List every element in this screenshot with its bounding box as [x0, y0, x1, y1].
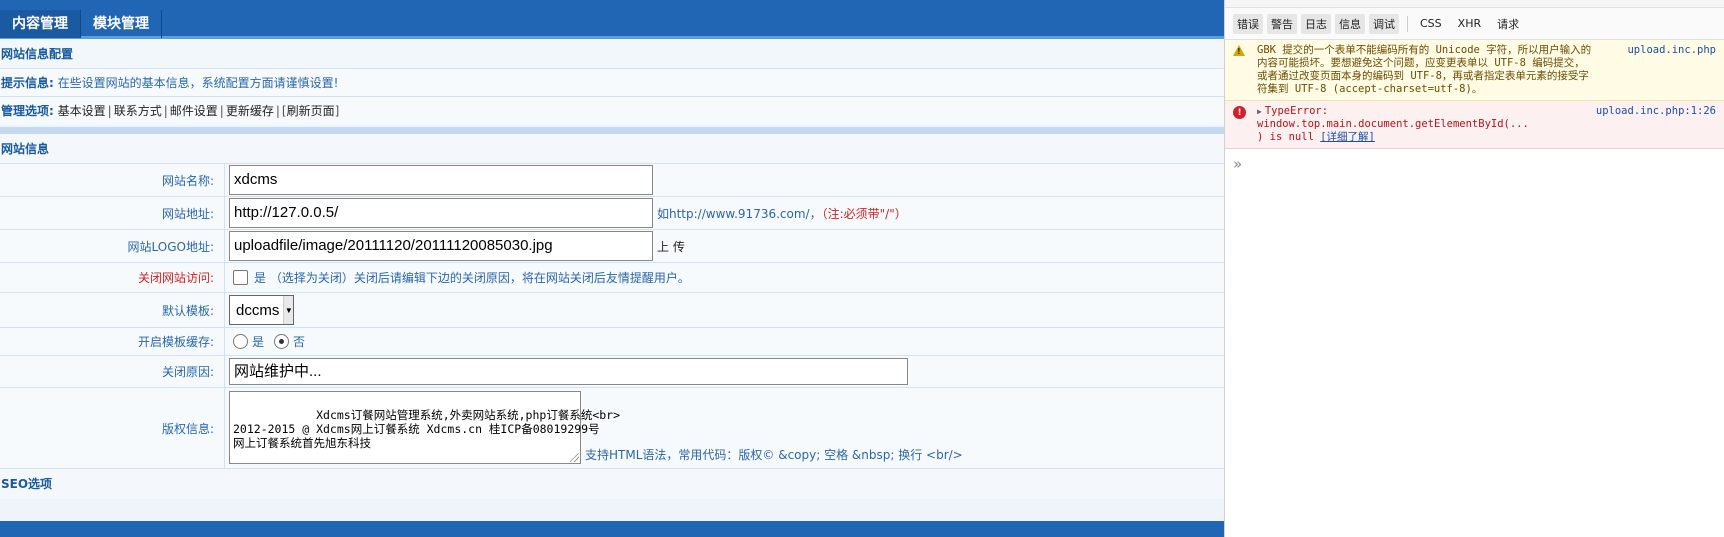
filter-errors-button[interactable]: 错误	[1233, 13, 1263, 34]
row-close-reason: 关闭原因: 网站维护中...	[0, 356, 1224, 388]
template-label: 默认模板:	[0, 293, 225, 327]
seo-title: SEO选项	[0, 469, 1224, 499]
config-box: 网站信息配置 提示信息: 在些设置网站的基本信息，系统配置方面请谨慎设置! 管理…	[0, 39, 1224, 125]
devtools-header-strip	[1225, 0, 1724, 8]
copyright-text: Xdcms订餐网站管理系统,外卖网站系统,php订餐系统<br> 2012-20…	[233, 408, 621, 450]
filter-divider	[1407, 15, 1408, 32]
console-warning-message: ! GBK 提交的一个表单不能编码所有的 Unicode 字符，所以用户输入的 …	[1225, 40, 1724, 101]
link-contact[interactable]: 联系方式	[114, 104, 162, 118]
site-url-hint: 如http://www.91736.com/，（注:必须带"/"）	[657, 206, 907, 221]
filter-logs-button[interactable]: 日志	[1301, 13, 1331, 34]
row-site-url: 网站地址: http://127.0.0.5/ 如http://www.9173…	[0, 197, 1224, 230]
filter-css-button[interactable]: CSS	[1416, 15, 1446, 32]
admin-page: 内容管理 模块管理 网站信息配置 提示信息: 在些设置网站的基本信息，系统配置方…	[0, 0, 1224, 537]
link-mail-settings[interactable]: 邮件设置	[170, 104, 218, 118]
dropdown-arrow-icon: ▼	[283, 296, 294, 324]
link-basic-settings[interactable]: 基本设置	[58, 104, 106, 118]
site-logo-label: 网站LOGO地址:	[0, 230, 225, 262]
devtools-console: 错误 警告 日志 信息 调试 CSS XHR 请求 ! GBK 提交的一个表单不…	[1224, 0, 1724, 537]
site-info-form: 网站信息 网站名称: xdcms 网站地址: http://127.0.0.5/…	[0, 134, 1224, 499]
error-text: ▶ TypeError: window.top.main.document.get…	[1257, 105, 1529, 143]
cache-yes-label: 是	[252, 335, 265, 349]
console-input-prompt[interactable]: »	[1225, 149, 1724, 179]
resize-grip-icon[interactable]	[570, 453, 579, 462]
site-name-label: 网站名称:	[0, 164, 225, 196]
filter-requests-button[interactable]: 请求	[1493, 14, 1523, 34]
row-copyright: 版权信息: Xdcms订餐网站管理系统,外卖网站系统,php订餐系统<br> 2…	[0, 388, 1224, 469]
row-site-name: 网站名称: xdcms	[0, 164, 1224, 197]
site-name-input[interactable]: xdcms	[229, 165, 653, 195]
filter-xhr-button[interactable]: XHR	[1454, 15, 1485, 32]
upload-button[interactable]: 上 传	[657, 238, 685, 255]
expand-triangle-icon[interactable]: ▶	[1257, 105, 1262, 118]
cache-yes-radio[interactable]	[233, 334, 248, 349]
console-error-message: ! ▶ TypeError: window.top.main.document.g…	[1225, 101, 1724, 149]
close-reason-input[interactable]: 网站维护中...	[229, 358, 908, 385]
site-url-label: 网站地址:	[0, 197, 225, 229]
bottom-bar	[0, 521, 1224, 537]
error-source-link[interactable]: upload.inc.php:1:26	[1596, 105, 1716, 117]
row-template-cache: 开启模板缓存: 是 否	[0, 328, 1224, 356]
site-logo-input[interactable]: uploadfile/image/20111120/20111120085030…	[229, 231, 653, 261]
config-title: 网站信息配置	[0, 39, 1224, 69]
copyright-label: 版权信息:	[0, 388, 225, 468]
copyright-hint: 支持HTML语法，常用代码：版权© &copy; 空格 &nbsp; 换行 <b…	[585, 448, 963, 462]
error-icon: !	[1233, 106, 1246, 119]
site-info-title: 网站信息	[0, 134, 1224, 164]
learn-more-link[interactable]: [详细了解]	[1320, 131, 1375, 143]
close-site-hint: 是 （选择为关闭）关闭后请编辑下边的关闭原因，将在网站关闭后友情提醒用户。	[254, 271, 690, 285]
warning-source-link[interactable]: upload.inc.php	[1627, 44, 1716, 56]
link-update-cache[interactable]: 更新缓存	[226, 104, 274, 118]
filter-debug-button[interactable]: 调试	[1369, 13, 1399, 34]
close-reason-label: 关闭原因:	[0, 356, 225, 387]
link-refresh-page[interactable]: 刷新页面	[287, 104, 335, 118]
cache-label: 开启模板缓存:	[0, 328, 225, 355]
filter-info-button[interactable]: 信息	[1335, 13, 1365, 34]
hint-label: 提示信息:	[1, 76, 54, 90]
console-filter-bar: 错误 警告 日志 信息 调试 CSS XHR 请求	[1225, 8, 1724, 40]
copyright-textarea[interactable]: Xdcms订餐网站管理系统,外卖网站系统,php订餐系统<br> 2012-20…	[229, 391, 620, 464]
tab-content-management[interactable]: 内容管理	[0, 10, 81, 38]
tab-module-management[interactable]: 模块管理	[81, 10, 162, 38]
cache-no-label: 否	[293, 335, 306, 349]
warning-text: GBK 提交的一个表单不能编码所有的 Unicode 字符，所以用户输入的 内容…	[1257, 44, 1592, 95]
top-bar: 内容管理 模块管理	[0, 0, 1224, 39]
site-url-input[interactable]: http://127.0.0.5/	[229, 198, 653, 228]
warning-icon: !	[1233, 45, 1245, 56]
divider-bar	[0, 127, 1224, 134]
close-site-checkbox[interactable]	[233, 270, 248, 285]
filter-warnings-button[interactable]: 警告	[1267, 13, 1297, 34]
manage-options-row: 管理选项: 基本设置 | 联系方式 | 邮件设置 | 更新缓存 | [刷新页面]	[0, 97, 1224, 125]
template-select[interactable]: dccms ▼	[229, 295, 295, 325]
hint-row: 提示信息: 在些设置网站的基本信息，系统配置方面请谨慎设置!	[0, 69, 1224, 97]
top-nav: 内容管理 模块管理	[0, 10, 162, 38]
row-site-logo: 网站LOGO地址: uploadfile/image/20111120/2011…	[0, 230, 1224, 263]
manage-label: 管理选项:	[1, 104, 54, 118]
cache-no-radio[interactable]	[274, 334, 290, 349]
row-close-site: 关闭网站访问: 是 （选择为关闭）关闭后请编辑下边的关闭原因，将在网站关闭后友情…	[0, 263, 1224, 293]
template-selected-value: dccms	[236, 301, 280, 319]
close-site-label: 关闭网站访问:	[0, 263, 225, 292]
row-default-template: 默认模板: dccms ▼	[0, 293, 1224, 328]
hint-text: 在些设置网站的基本信息，系统配置方面请谨慎设置!	[57, 76, 339, 90]
